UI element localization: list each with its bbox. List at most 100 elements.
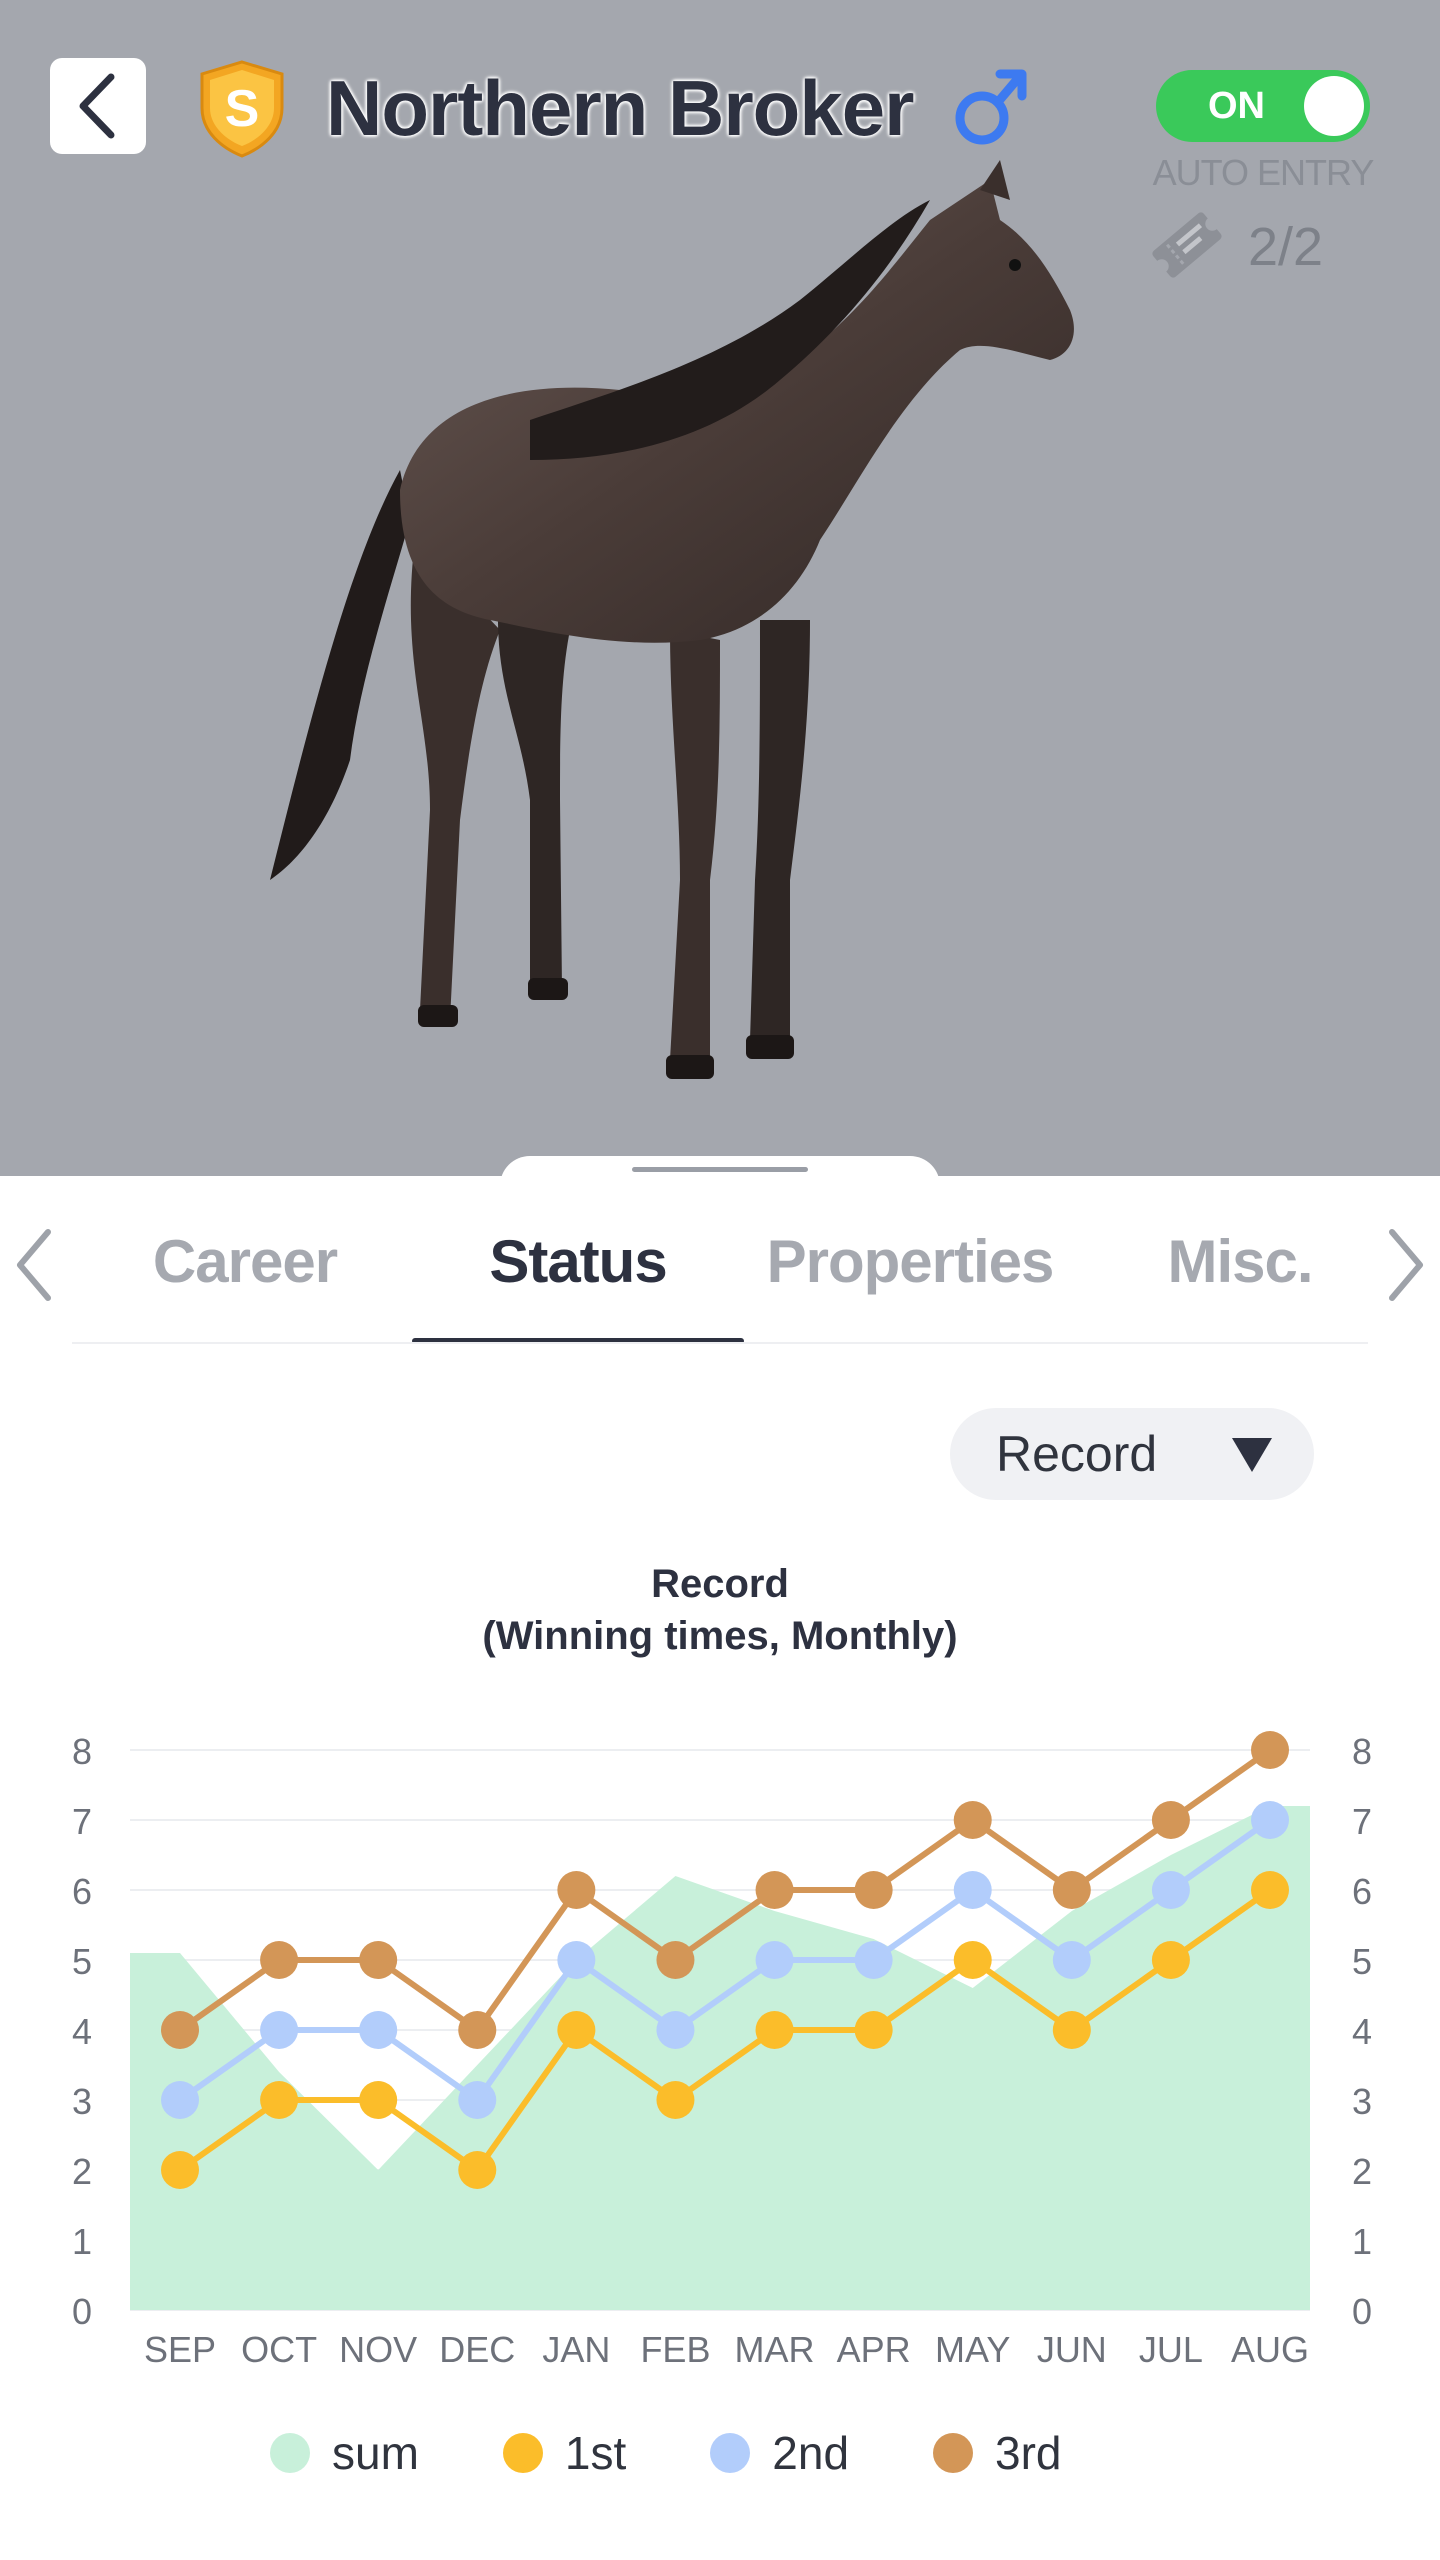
x-tick-label: AUG [1231,2329,1309,2370]
y-tick-label-right: 2 [1352,2151,1372,2192]
chart-title: Record (Winning times, Monthly) [320,1558,1120,1662]
tab-career[interactable]: Career [110,1212,380,1312]
data-point-1st [359,2081,398,2119]
y-tick-label-right: 5 [1352,1941,1372,1982]
y-tick-label-left: 7 [72,1801,92,1842]
caret-down-icon [1232,1438,1272,1472]
data-point-2nd [557,1941,596,1979]
data-point-3rd [359,1941,398,1979]
auto-entry-label: AUTO ENTRY [1152,152,1375,193]
data-point-3rd [755,1871,794,1909]
data-point-3rd [854,1871,893,1909]
toggle-state-label: ON [1208,85,1265,127]
data-point-3rd [1052,1871,1091,1909]
data-point-1st [854,2011,893,2049]
data-point-2nd [1251,1801,1289,1839]
y-tick-label-left: 3 [72,2081,92,2122]
legend-label-3rd: 3rd [995,2427,1062,2479]
data-point-1st [953,1941,992,1979]
y-tick-label-left: 8 [72,1731,92,1772]
horse-image [270,160,1074,1079]
tab-status[interactable]: Status [412,1212,744,1312]
data-point-3rd [953,1801,992,1839]
x-tick-label: SEP [144,2329,216,2370]
y-tick-label-left: 5 [72,1941,92,1982]
data-point-2nd [458,2081,497,2119]
x-tick-label: JUN [1037,2329,1107,2370]
data-point-1st [557,2011,596,2049]
x-tick-label: NOV [339,2329,417,2370]
auto-entry-toggle[interactable]: ON [1156,70,1370,142]
tab-next-arrow-icon[interactable] [1368,1220,1438,1310]
data-point-2nd [755,1941,794,1979]
data-point-1st [260,2081,299,2119]
legend-item-3rd[interactable]: 3rd [933,2426,1062,2480]
legend-item-2nd[interactable]: 2nd [710,2426,849,2480]
x-tick-label: DEC [439,2329,515,2370]
legend-label-1st: 1st [564,2427,627,2479]
x-tick-label: FEB [640,2329,710,2370]
legend-item-1st[interactable]: 1st [502,2426,627,2480]
data-point-3rd [656,1941,695,1979]
x-tick-label: OCT [241,2329,317,2370]
data-point-2nd [1052,1941,1091,1979]
legend-item-sum[interactable]: sum [270,2426,419,2480]
data-point-3rd [557,1871,596,1909]
y-tick-label-right: 4 [1352,2011,1372,2052]
legend-marker-3rd [933,2433,974,2473]
y-tick-label-right: 0 [1352,2291,1372,2332]
y-tick-label-right: 3 [1352,2081,1372,2122]
data-point-1st [755,2011,794,2049]
data-point-2nd [161,2081,199,2119]
chart-legend: sum 1st 2nd 3rd [270,2418,1146,2488]
y-tick-label-left: 2 [72,2151,92,2192]
y-tick-label-right: 6 [1352,1871,1372,1912]
data-point-1st [656,2081,695,2119]
legend-marker-2nd [710,2433,751,2473]
x-tick-label: JUL [1139,2329,1203,2370]
chevron-left-icon [79,73,115,139]
data-point-3rd [161,2011,199,2049]
data-point-2nd [854,1941,893,1979]
record-line-chart: 0 0 1 1 2 2 3 3 4 4 5 5 6 6 7 7 8 8 SEP OCT NOV DEC JAN FEB MAR A… [72,1731,1372,2370]
data-point-3rd [1251,1731,1289,1769]
legend-label-2nd: 2nd [772,2427,850,2479]
ticket-count: 2/2 [1248,217,1324,277]
tab-misc[interactable]: Misc. [1120,1212,1360,1312]
data-point-2nd [953,1871,992,1909]
data-point-1st [458,2151,497,2189]
record-type-dropdown[interactable]: Record [950,1408,1314,1500]
x-tick-label: APR [837,2329,911,2370]
data-point-2nd [359,2011,398,2049]
data-point-3rd [458,2011,497,2049]
y-tick-label-right: 8 [1352,1731,1372,1772]
tab-prev-arrow-icon[interactable] [2,1220,72,1310]
data-point-1st [1251,1871,1289,1909]
tab-divider [72,1342,1368,1344]
male-symbol-icon [955,69,1027,145]
dropdown-selected-label: Record [996,1426,1158,1482]
x-tick-label: MAR [735,2329,815,2370]
back-button[interactable] [50,58,146,154]
tab-properties[interactable]: Properties [752,1212,1068,1312]
data-point-1st [161,2151,199,2189]
toggle-knob [1304,76,1364,136]
x-tick-label: JAN [542,2329,610,2370]
svg-text:S: S [225,80,260,138]
y-tick-label-left: 1 [72,2221,92,2262]
y-tick-label-left: 0 [72,2291,92,2332]
data-point-1st [1052,2011,1091,2049]
horse-name: Northern Broker [326,64,914,152]
data-point-3rd [260,1941,299,1979]
data-point-1st [1151,1941,1190,1979]
legend-marker-1st [502,2433,543,2473]
y-tick-label-right: 7 [1352,1801,1372,1842]
series-area-sum [130,1806,1310,2310]
sheet-handle-tab[interactable] [500,1156,940,1216]
horse-hero: S Northern Broker ON AUTO ENTRY 2/2 [0,0,1440,1176]
x-tick-label: MAY [935,2329,1010,2370]
y-tick-label-left: 6 [72,1871,92,1912]
legend-label-sum: sum [332,2427,419,2479]
sheet-drag-handle[interactable] [632,1167,808,1172]
grade-s-badge-icon: S [200,60,284,158]
